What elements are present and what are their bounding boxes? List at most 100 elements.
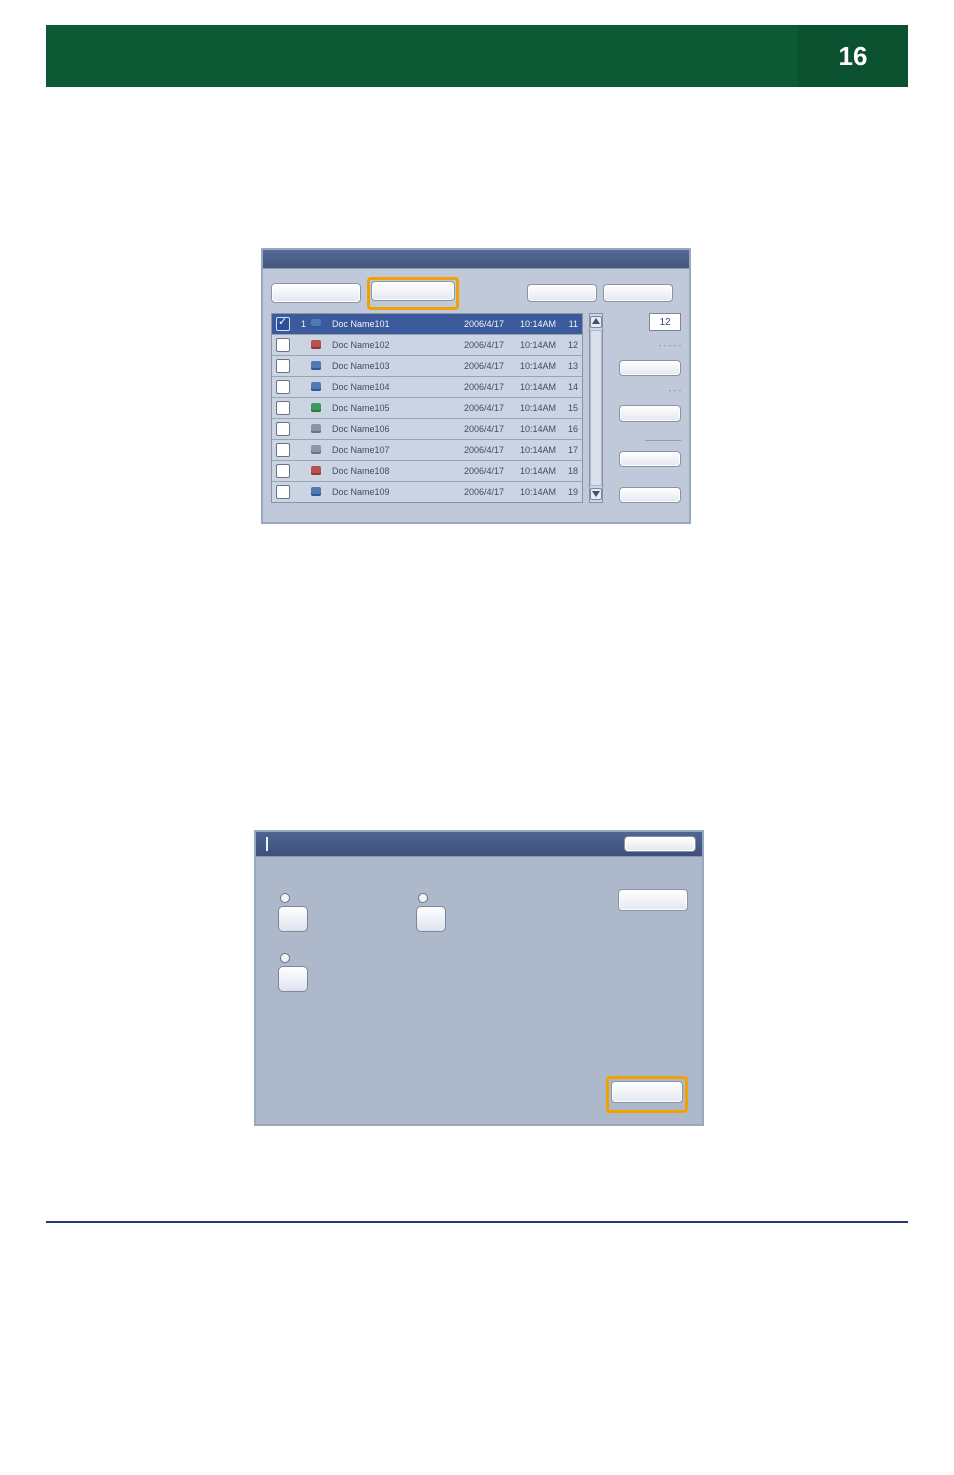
option-thumb-icon xyxy=(416,906,446,932)
option-2[interactable] xyxy=(416,893,446,932)
table-row[interactable]: Doc Name1092006/4/1710:14AM19 xyxy=(272,482,582,503)
top-button-2[interactable] xyxy=(603,284,673,302)
table-row[interactable]: Doc Name108 2006/4/17 10:14AM 18 xyxy=(272,461,582,482)
file-time: 10:14AM xyxy=(508,424,556,434)
side-label-1: - - - xyxy=(669,386,681,395)
checkbox-icon[interactable] xyxy=(276,401,290,415)
option-thumb-icon xyxy=(278,966,308,992)
table-row[interactable]: Doc Name1022006/4/1710:14AM12 xyxy=(272,335,582,356)
table-row[interactable]: Doc Name1052006/4/1710:14AM15 xyxy=(272,398,582,419)
row-index: 1 xyxy=(294,319,306,329)
table-row[interactable]: Doc Name1072006/4/1710:14AM17 xyxy=(272,440,582,461)
file-name: Doc Name107 xyxy=(328,445,442,455)
table-row[interactable]: 1Doc Name1012006/4/1710:14AM11 xyxy=(272,314,582,335)
scrollbar-up-icon[interactable] xyxy=(590,316,602,328)
file-num: 11 xyxy=(560,319,578,329)
option-thumb-icon xyxy=(278,906,308,932)
file-date: 2006/4/17 xyxy=(446,361,504,371)
scrollbar-down-icon[interactable] xyxy=(590,488,602,500)
file-num: 14 xyxy=(560,382,578,392)
file-date: 2006/4/17 xyxy=(446,382,504,392)
file-time: 10:14AM xyxy=(508,361,556,371)
file-time: 10:14AM xyxy=(508,340,556,350)
file-date: 2006/4/17 xyxy=(446,319,504,329)
file-date: 2006/4/17 xyxy=(446,424,504,434)
footer-rule xyxy=(46,1221,908,1223)
page-header: 16 xyxy=(46,25,908,87)
file-icon xyxy=(310,486,324,498)
side-button-0[interactable] xyxy=(619,360,681,376)
file-name: Doc Name108 xyxy=(328,466,442,476)
panel2-top-button[interactable] xyxy=(624,836,696,852)
file-num: 15 xyxy=(560,403,578,413)
checkbox-icon[interactable] xyxy=(276,485,290,499)
file-icon xyxy=(310,318,324,330)
scrollbar[interactable] xyxy=(589,313,603,503)
side-button-1[interactable] xyxy=(619,405,681,421)
file-date: 2006/4/17 xyxy=(446,466,504,476)
option-1[interactable] xyxy=(278,893,308,932)
panel2-right-column xyxy=(618,889,688,911)
checkbox-icon[interactable] xyxy=(276,359,290,373)
tab-highlighted[interactable] xyxy=(371,281,455,301)
panel1-titlebar xyxy=(263,250,689,269)
side-button-3[interactable] xyxy=(619,487,681,503)
file-time: 10:14AM xyxy=(508,466,556,476)
page-number: 16 xyxy=(798,25,908,87)
file-num: 17 xyxy=(560,445,578,455)
table-row[interactable]: Doc Name104 2006/4/17 10:14AM 14 xyxy=(272,377,582,398)
panel2-titlebar xyxy=(256,832,702,857)
option-3[interactable] xyxy=(278,953,308,992)
panel2-bottom-area xyxy=(606,1076,688,1113)
panel1-toolbar xyxy=(263,269,689,313)
file-icon xyxy=(310,381,324,393)
count-box: 12 xyxy=(649,313,681,331)
file-num: 16 xyxy=(560,424,578,434)
file-name: Doc Name101 xyxy=(328,319,442,329)
file-date: 2006/4/17 xyxy=(446,403,504,413)
file-list-panel: 1 Doc Name101 2006/4/17 10:14AM 11 Doc Name10… xyxy=(261,248,691,524)
file-name: Doc Name104 xyxy=(328,382,442,392)
checkbox-icon[interactable] xyxy=(276,317,290,331)
file-icon xyxy=(310,339,324,351)
scrollbar-track[interactable] xyxy=(590,330,602,486)
side-label-0: - - - - - xyxy=(659,341,681,350)
file-time: 10:14AM xyxy=(508,445,556,455)
side-button-2[interactable] xyxy=(619,451,681,467)
radio-icon[interactable] xyxy=(280,953,290,963)
panel1-side-column: 12 - - - - - - - - ________ xyxy=(609,313,681,503)
tab-main[interactable] xyxy=(271,283,361,303)
checkbox-icon[interactable] xyxy=(276,380,290,394)
file-name: Doc Name102 xyxy=(328,340,442,350)
checkbox-icon[interactable] xyxy=(276,422,290,436)
confirm-highlight-frame xyxy=(606,1076,688,1113)
file-name: Doc Name109 xyxy=(328,487,442,497)
confirm-button[interactable] xyxy=(611,1081,683,1103)
panel1-top-right xyxy=(465,284,681,302)
file-icon xyxy=(310,360,324,372)
panel2-right-button[interactable] xyxy=(618,889,688,911)
file-list[interactable]: 1 Doc Name101 2006/4/17 10:14AM 11 Doc Name10… xyxy=(271,313,583,503)
file-num: 18 xyxy=(560,466,578,476)
side-label-2: ________ xyxy=(645,432,681,441)
tab-highlight-frame xyxy=(367,277,459,310)
file-num: 13 xyxy=(560,361,578,371)
checkbox-icon[interactable] xyxy=(276,338,290,352)
file-time: 10:14AM xyxy=(508,403,556,413)
file-icon xyxy=(310,465,324,477)
file-num: 19 xyxy=(560,487,578,497)
file-date: 2006/4/17 xyxy=(446,487,504,497)
file-name: Doc Name103 xyxy=(328,361,442,371)
top-button-1[interactable] xyxy=(527,284,597,302)
file-icon xyxy=(310,423,324,435)
file-time: 10:14AM xyxy=(508,382,556,392)
table-row[interactable]: Doc Name106 2006/4/17 10:14AM 16 xyxy=(272,419,582,440)
checkbox-icon[interactable] xyxy=(276,443,290,457)
radio-icon[interactable] xyxy=(280,893,290,903)
file-name: Doc Name106 xyxy=(328,424,442,434)
settings-dialog xyxy=(254,830,704,1126)
file-icon xyxy=(310,402,324,414)
table-row[interactable]: Doc Name103 2006/4/17 10:14AM 13 xyxy=(272,356,582,377)
checkbox-icon[interactable] xyxy=(276,464,290,478)
radio-icon[interactable] xyxy=(418,893,428,903)
